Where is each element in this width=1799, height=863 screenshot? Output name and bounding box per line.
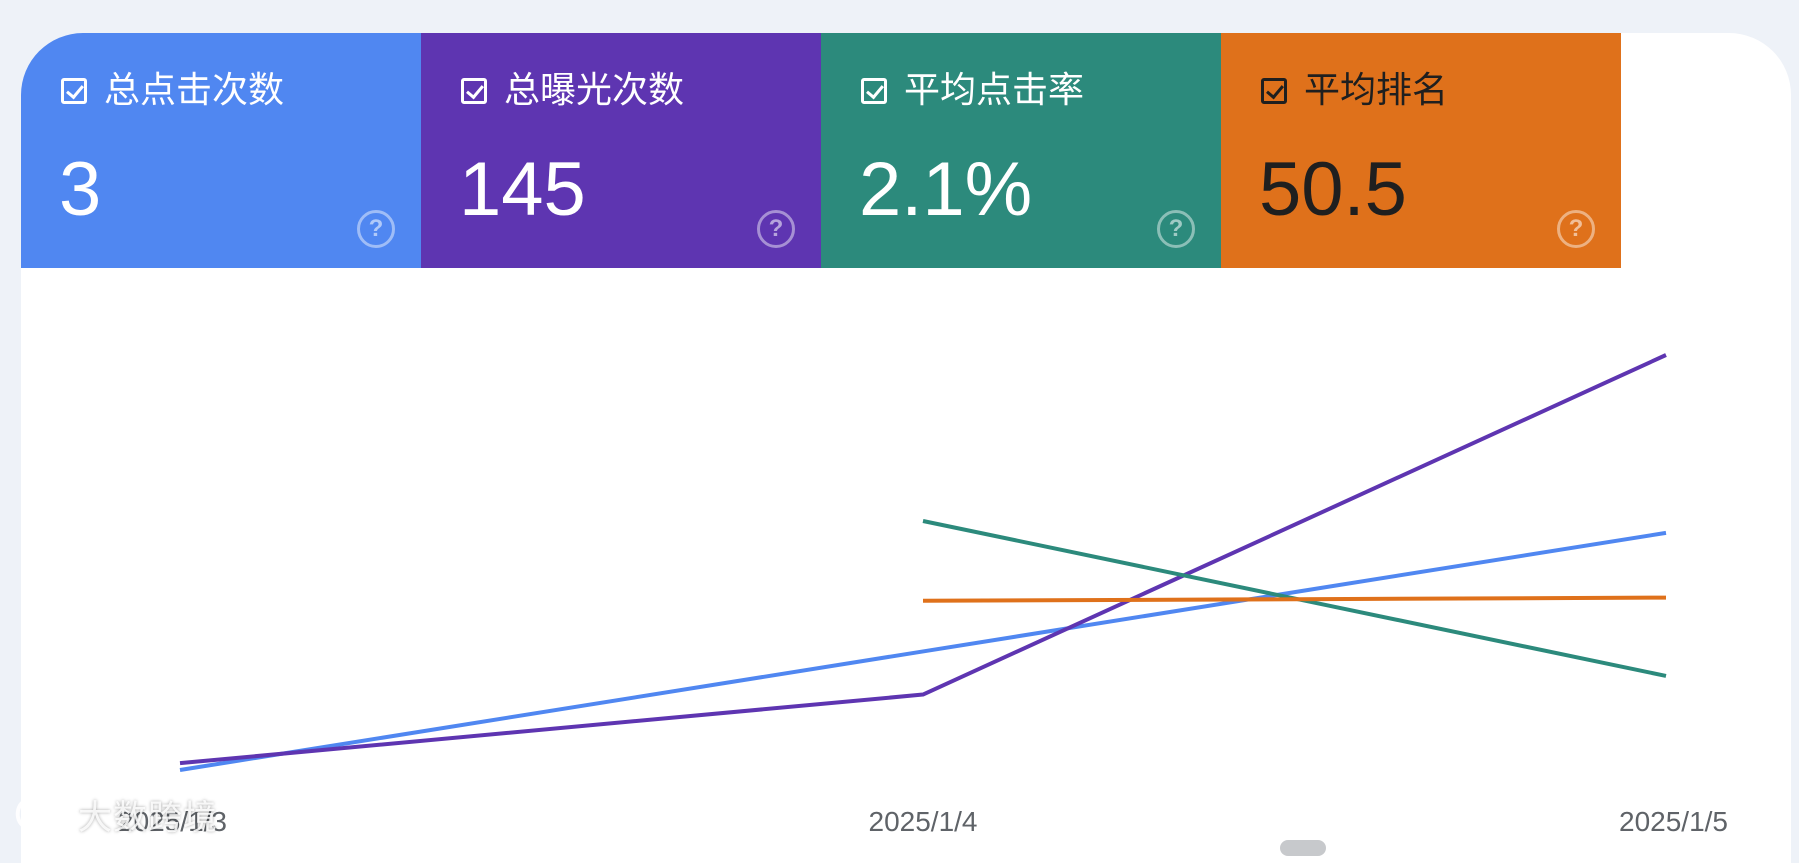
series-layer: [179, 353, 1667, 772]
line-chart: 2025/1/3 2025/1/4 2025/1/5: [118, 353, 1728, 837]
x-tick-label: 2025/1/5: [1619, 806, 1728, 837]
watermark-logo-icon: [15, 798, 62, 829]
watermark-text: 大数跨境: [78, 798, 218, 838]
series-line-3: [922, 595, 1667, 603]
scroll-indicator[interactable]: [1280, 840, 1326, 856]
x-axis-ticks: 2025/1/3 2025/1/4 2025/1/5: [118, 806, 1728, 837]
watermark: 大数跨境: [10, 790, 218, 839]
series-line-1: [179, 353, 1667, 766]
series-line-0: [179, 530, 1667, 772]
x-tick-label: 2025/1/4: [869, 806, 978, 837]
